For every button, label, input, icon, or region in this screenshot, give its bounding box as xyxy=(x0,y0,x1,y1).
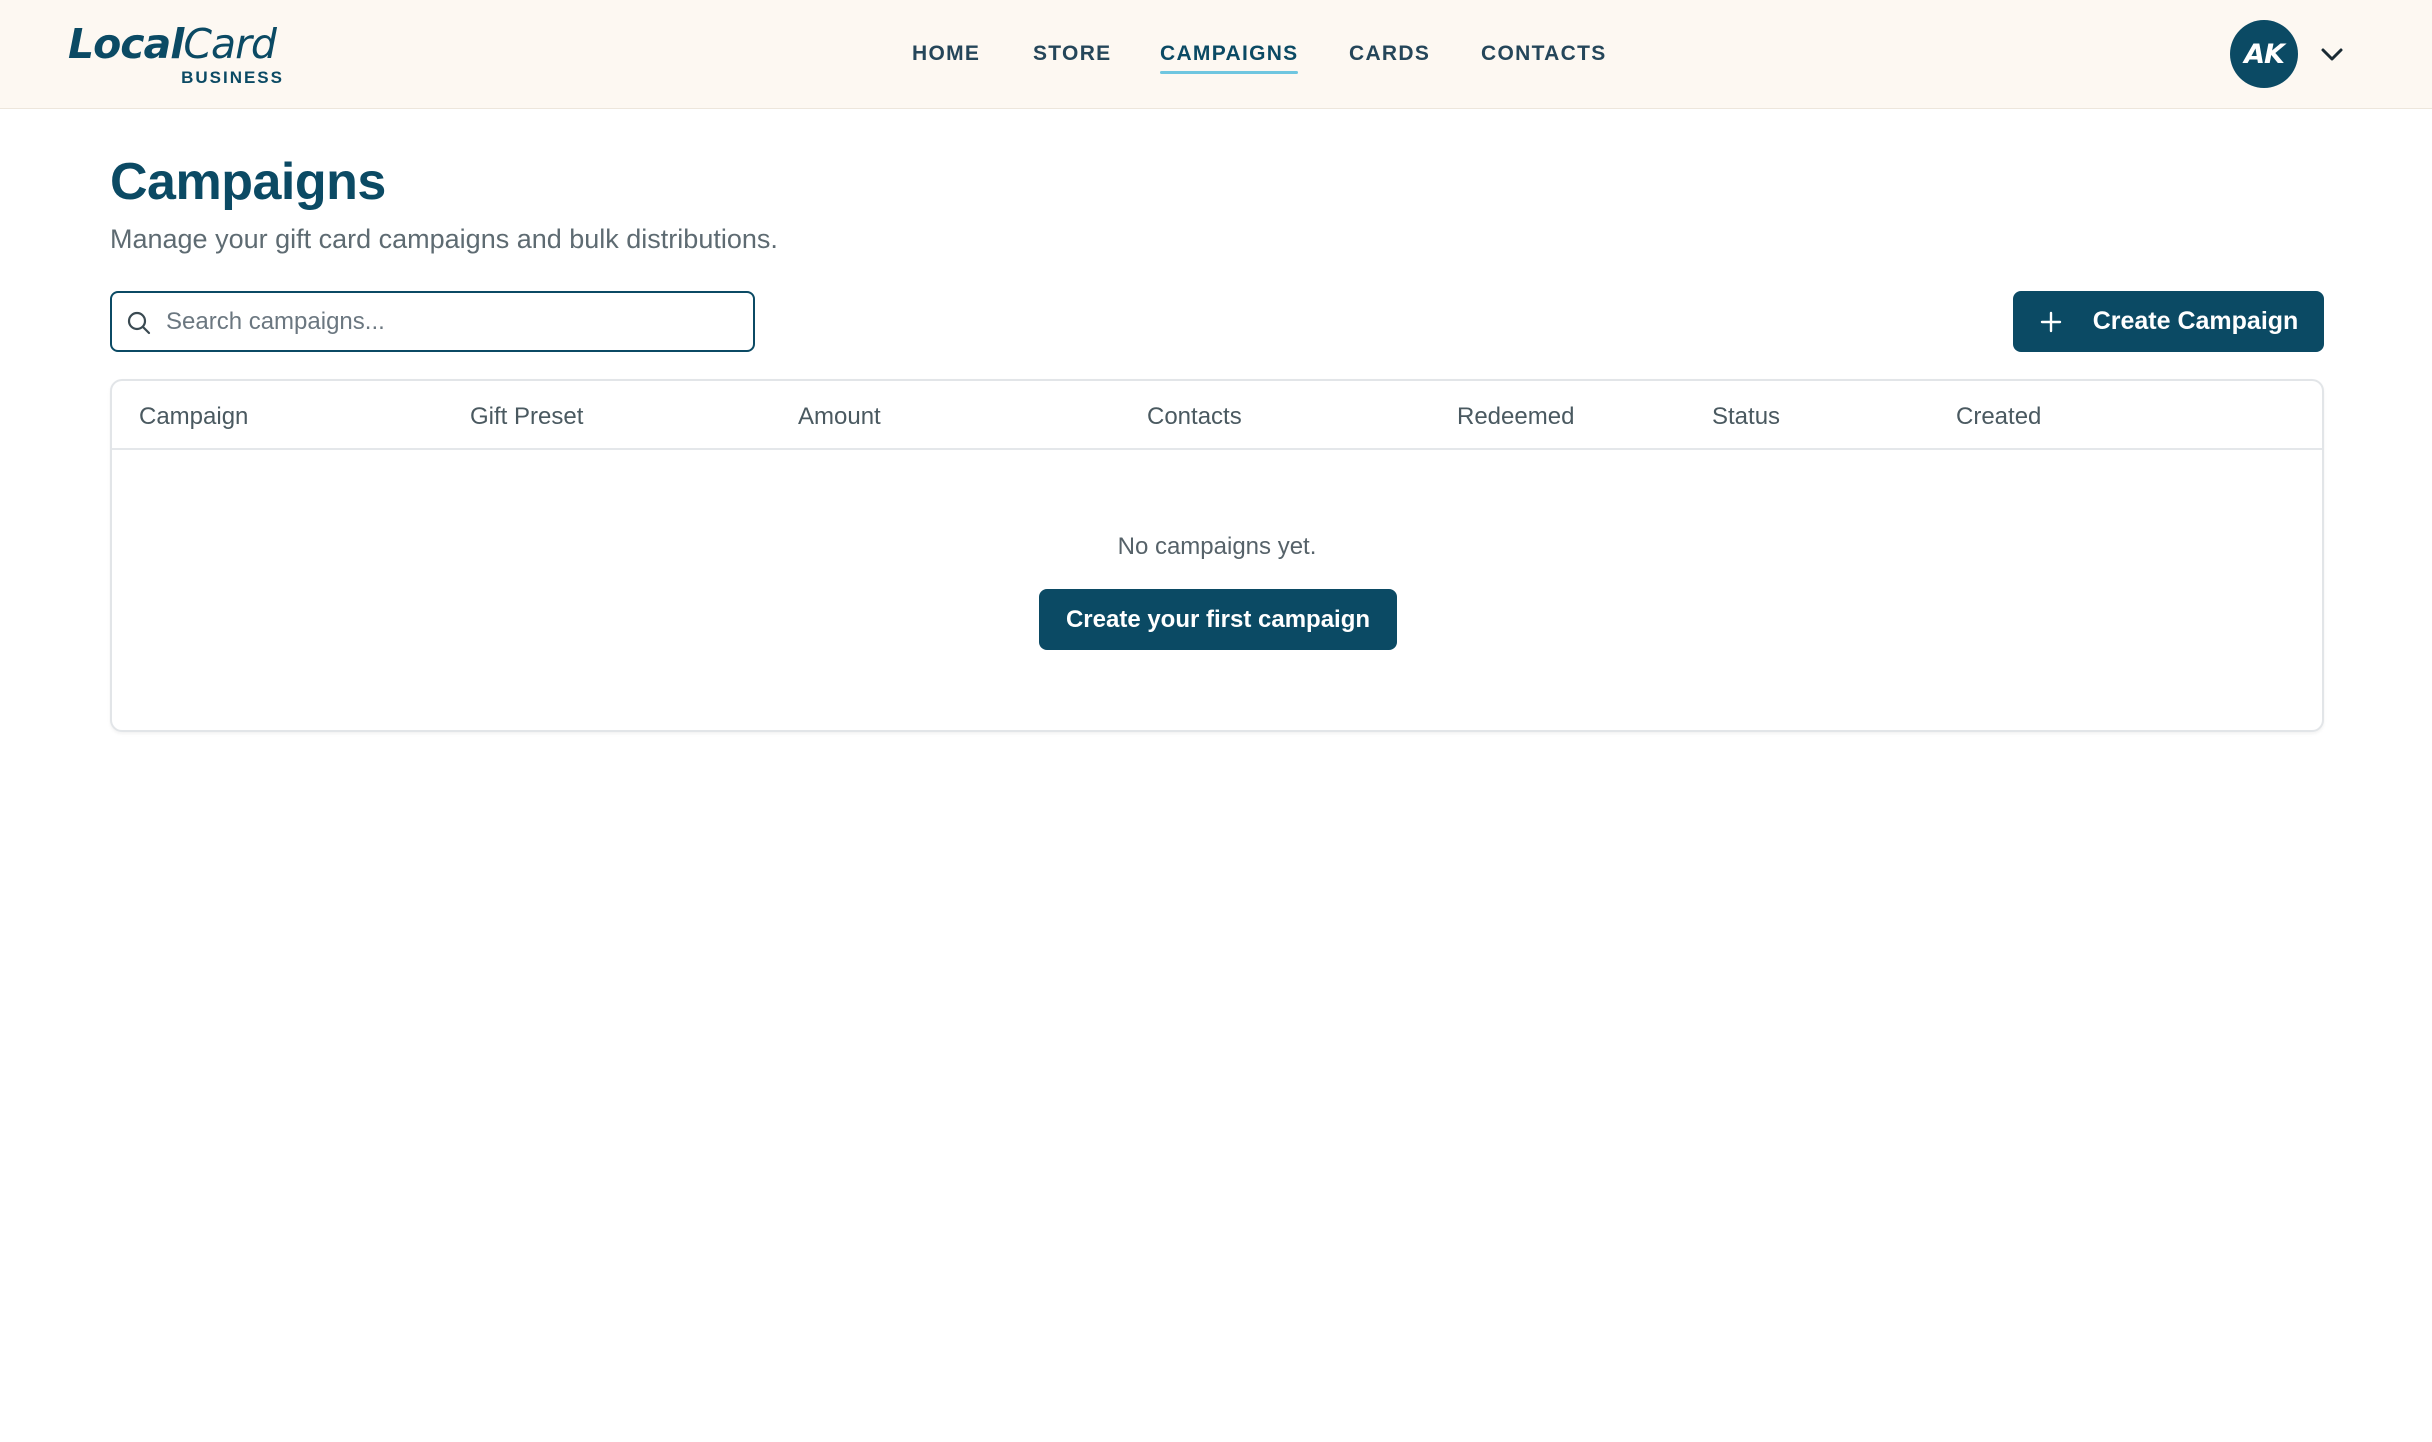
user-avatar[interactable]: AK xyxy=(2230,20,2298,88)
nav-active-indicator xyxy=(1160,71,1299,74)
column-header-campaign[interactable]: Campaign xyxy=(139,403,248,431)
create-campaign-button[interactable]: Create Campaign xyxy=(2013,291,2324,352)
search-icon xyxy=(127,311,151,335)
nav-store[interactable]: STORE xyxy=(1033,41,1111,67)
create-first-campaign-button[interactable]: Create your first campaign xyxy=(1039,589,1397,650)
create-campaign-label: Create Campaign xyxy=(2092,307,2299,335)
search-field[interactable] xyxy=(110,291,755,352)
campaigns-table: Campaign Gift Preset Amount Contacts Red… xyxy=(110,379,2324,732)
search-input[interactable] xyxy=(164,293,744,350)
column-header-contacts[interactable]: Contacts xyxy=(1147,403,1242,431)
page-title: Campaigns xyxy=(110,153,386,211)
plus-icon xyxy=(2040,311,2061,332)
column-header-created[interactable]: Created xyxy=(1956,403,2041,431)
main-nav: HOME STORE CAMPAIGNS CARDS CONTACTS xyxy=(0,0,2432,109)
empty-state-message: No campaigns yet. xyxy=(1117,533,1317,560)
column-header-redeemed[interactable]: Redeemed xyxy=(1457,403,1574,431)
page-subtitle: Manage your gift card campaigns and bulk… xyxy=(110,224,778,254)
column-header-status[interactable]: Status xyxy=(1712,403,1780,431)
column-header-amount[interactable]: Amount xyxy=(798,403,881,431)
chevron-down-icon[interactable] xyxy=(2318,40,2346,68)
nav-campaigns-label: CAMPAIGNS xyxy=(1160,42,1299,65)
nav-campaigns[interactable]: CAMPAIGNS xyxy=(1160,41,1299,74)
nav-cards[interactable]: CARDS xyxy=(1349,41,1430,67)
nav-home[interactable]: HOME xyxy=(912,41,980,67)
table-header: Campaign Gift Preset Amount Contacts Red… xyxy=(112,381,2322,450)
column-header-gift-preset[interactable]: Gift Preset xyxy=(470,403,583,431)
top-header: LocalCard BUSINESS HOME STORE CAMPAIGNS … xyxy=(0,0,2432,109)
nav-contacts[interactable]: CONTACTS xyxy=(1481,41,1607,67)
